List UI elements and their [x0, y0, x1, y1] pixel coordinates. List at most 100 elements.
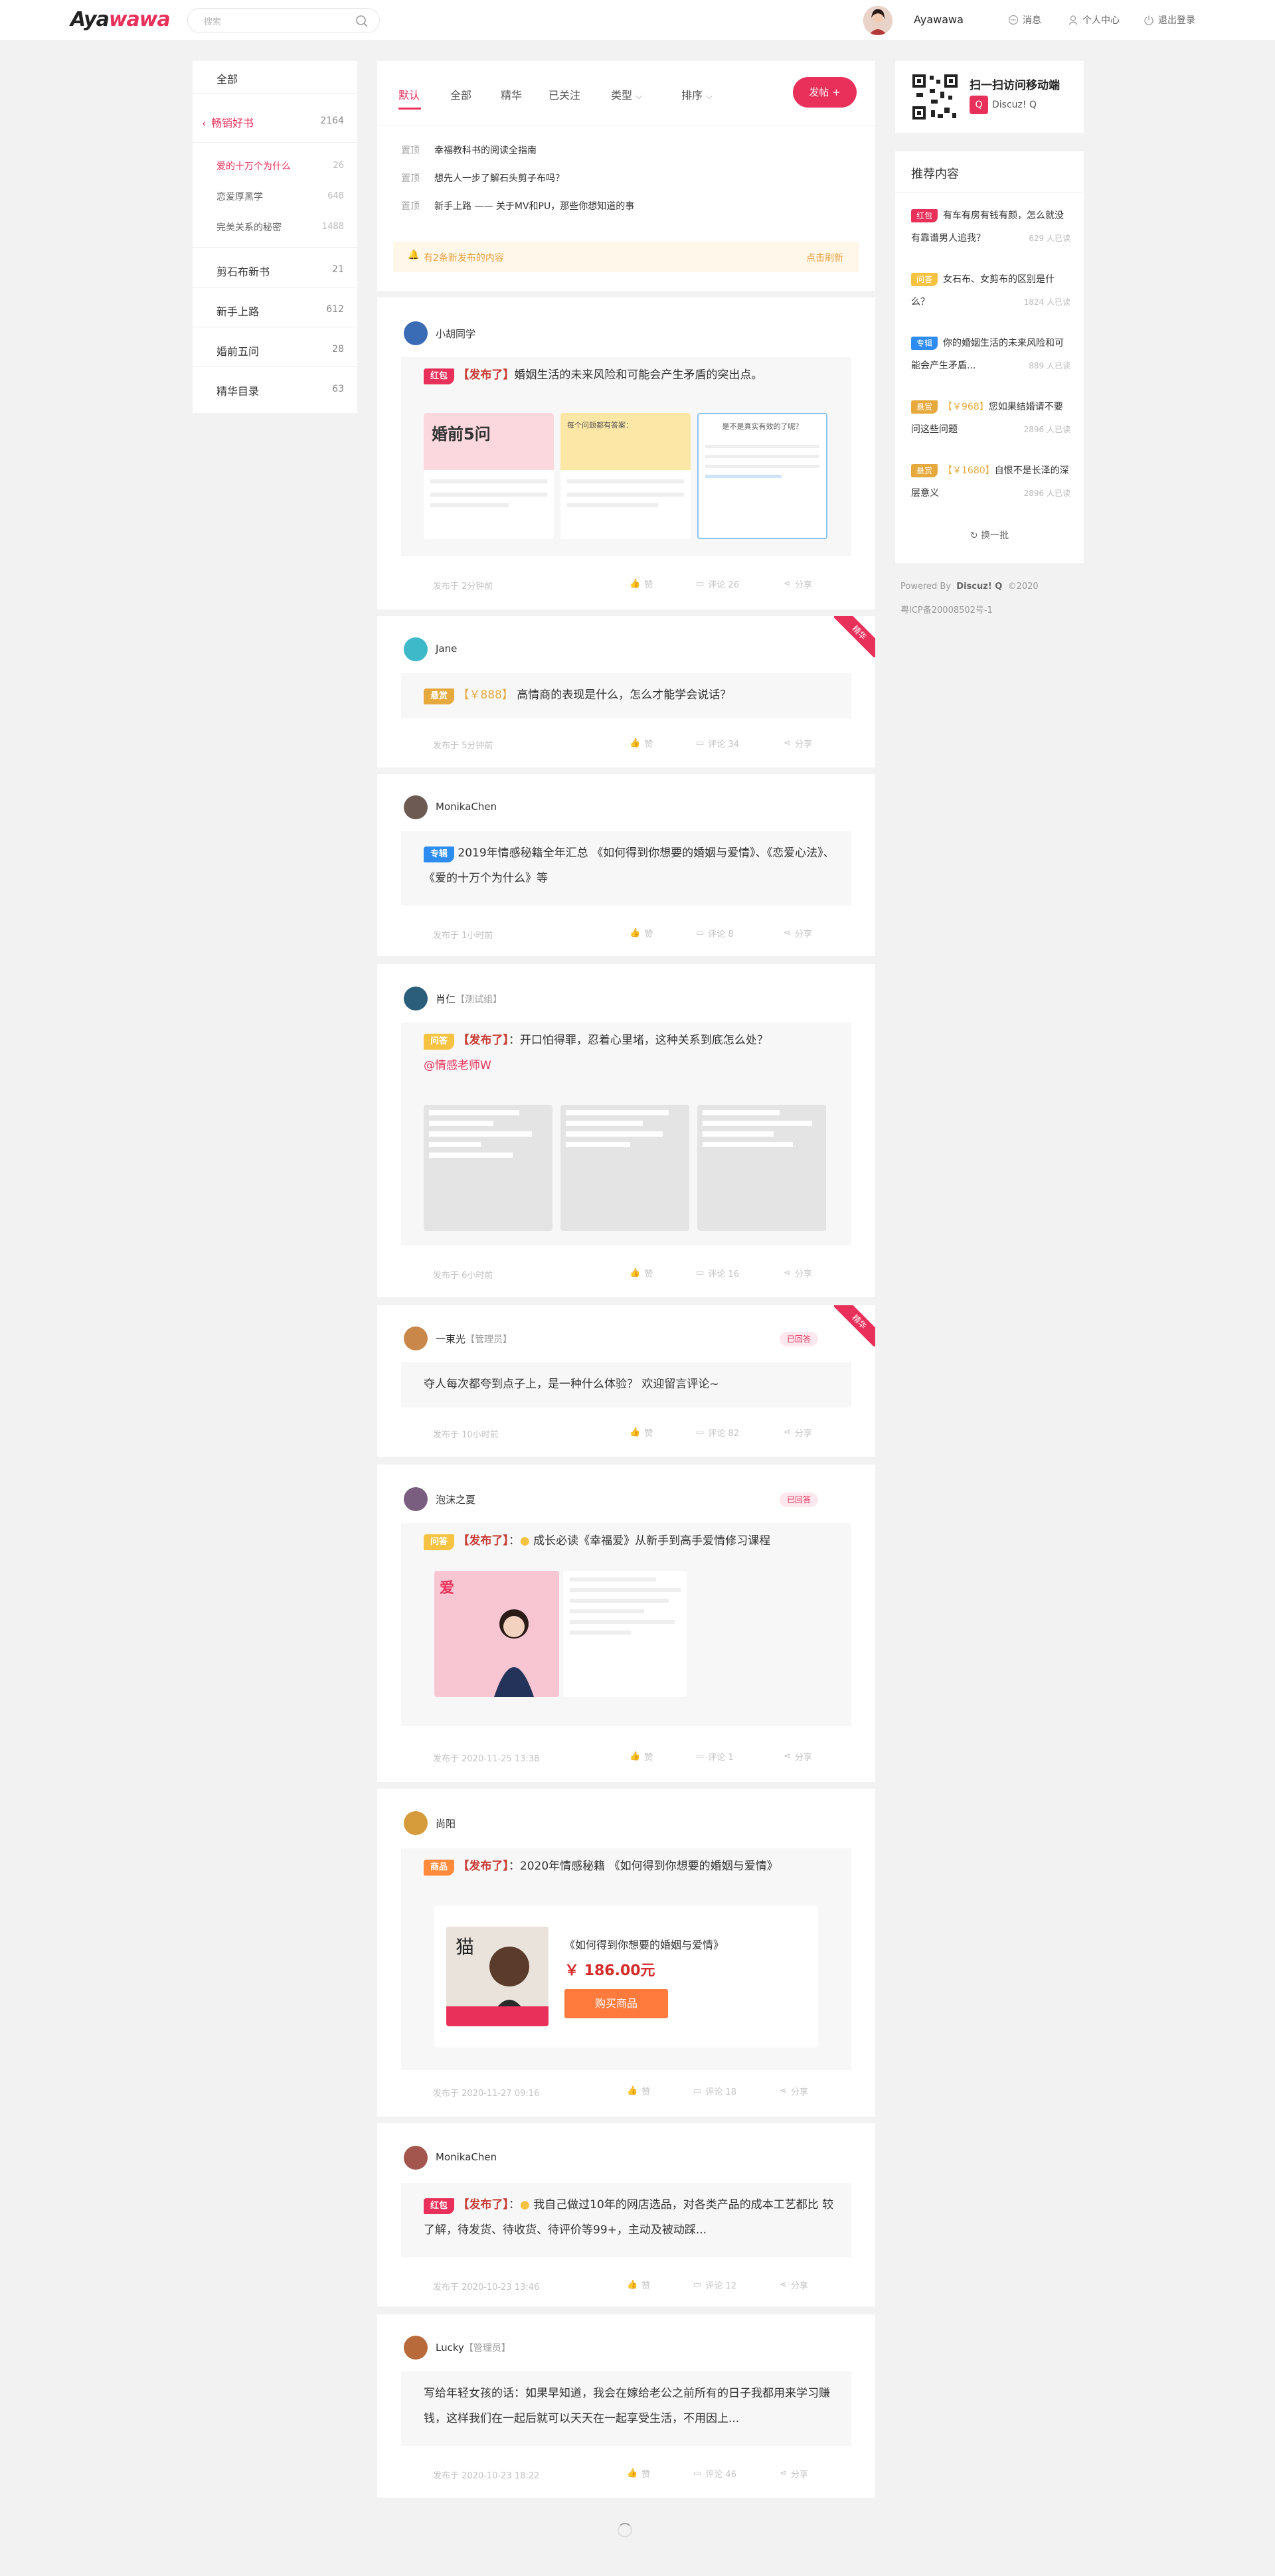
- post-image[interactable]: 每个问题都有答案：: [560, 413, 691, 539]
- post-image[interactable]: [424, 1105, 552, 1231]
- like-button[interactable]: 👍 赞: [627, 2279, 650, 2291]
- category-all[interactable]: 全部: [216, 70, 238, 86]
- new-content-notice[interactable]: 🔔 有2条新发布的内容 点击刷新: [393, 242, 859, 272]
- category-bestsellers[interactable]: ‹ 畅销好书: [202, 114, 254, 130]
- avatar[interactable]: [404, 987, 428, 1010]
- share-button[interactable]: ⋖ 分享: [780, 2085, 808, 2097]
- post-author[interactable]: MonikaChen: [436, 801, 497, 813]
- comment-button[interactable]: ▭ 评论 82: [696, 1426, 739, 1439]
- category-item[interactable]: 新手上路: [216, 303, 259, 319]
- logout-link[interactable]: 退出登录: [1144, 13, 1195, 27]
- recommended-item[interactable]: 红包 有车有房有钱有颜，怎么就没有靠谱男人追我？ 629 人已读: [911, 204, 1070, 250]
- post-image[interactable]: 爱: [434, 1571, 559, 1697]
- like-button[interactable]: 👍 赞: [630, 1267, 653, 1279]
- post-content[interactable]: 问答 【发布了】：● 成长必读《幸福爱》从新手到高手爱情修习课程 爱: [401, 1523, 851, 1726]
- post-card[interactable]: 精华 Jane 悬赏 【￥888】 高情商的表现是什么，怎么才能学会说话？ 发布…: [377, 616, 875, 767]
- avatar[interactable]: [404, 1327, 428, 1350]
- recommended-item[interactable]: 悬赏 【￥968】您如果结婚请不要问这些问题 2896 人已读: [911, 396, 1070, 441]
- like-button[interactable]: 👍 赞: [630, 578, 653, 590]
- pinned-post[interactable]: 置顶 幸福教科书的阅读全指南: [401, 143, 537, 157]
- avatar[interactable]: [404, 2336, 428, 2360]
- tab-all[interactable]: 全部: [450, 86, 471, 102]
- comment-button[interactable]: ▭ 评论 1: [696, 1750, 734, 1763]
- share-button[interactable]: ⋖ 分享: [784, 927, 812, 939]
- comment-button[interactable]: ▭ 评论 34: [696, 737, 739, 750]
- tab-default[interactable]: 默认: [398, 86, 420, 102]
- product-title[interactable]: 《如何得到你想要的婚姻与爱情》: [564, 1936, 724, 1952]
- share-button[interactable]: ⋖ 分享: [784, 1267, 812, 1279]
- post-author[interactable]: 一束光【管理员】: [436, 1332, 512, 1346]
- buy-button[interactable]: 购买商品: [564, 1989, 668, 2018]
- post-author[interactable]: 小胡同学: [436, 327, 475, 341]
- tab-type[interactable]: 类型 ⌵: [611, 86, 642, 102]
- like-button[interactable]: 👍 赞: [627, 2085, 650, 2097]
- tab-sort[interactable]: 排序 ⌵: [681, 86, 713, 102]
- post-image[interactable]: 婚前5问: [424, 413, 554, 539]
- share-button[interactable]: ⋖ 分享: [784, 578, 812, 590]
- like-button[interactable]: 👍 赞: [627, 2467, 650, 2480]
- share-button[interactable]: ⋖ 分享: [780, 2467, 808, 2480]
- category-item[interactable]: 婚前五问: [216, 343, 259, 359]
- post-image[interactable]: [560, 1105, 689, 1231]
- new-post-button[interactable]: 发帖 +: [793, 77, 857, 108]
- post-content[interactable]: 写给年轻女孩的话：如果早知道，我会在嫁给老公之前所有的日子我都用来学习赚钱，这样…: [401, 2372, 851, 2446]
- avatar[interactable]: [404, 637, 428, 661]
- post-author[interactable]: MonikaChen: [436, 2151, 497, 2163]
- avatar[interactable]: [404, 795, 428, 819]
- post-author[interactable]: 肖仁【测试组】: [436, 992, 502, 1006]
- product-card[interactable]: 猫 《如何得到你想要的婚姻与爱情》 ￥ 186.00元 购买商品: [434, 1905, 818, 2048]
- search-input[interactable]: 搜索: [187, 8, 380, 33]
- like-button[interactable]: 👍 赞: [630, 1750, 653, 1763]
- post-image[interactable]: [563, 1571, 687, 1697]
- user-avatar[interactable]: [863, 6, 892, 35]
- avatar[interactable]: [404, 321, 428, 345]
- refresh-button[interactable]: ↻ 换一批: [895, 528, 1084, 542]
- share-button[interactable]: ⋖ 分享: [780, 2279, 808, 2291]
- post-author[interactable]: 泡沫之夏: [436, 1492, 475, 1506]
- post-image[interactable]: 是不是真实有效的了呢？: [697, 413, 827, 539]
- comment-button[interactable]: ▭ 评论 8: [696, 927, 734, 939]
- profile-link[interactable]: 个人中心: [1068, 13, 1120, 27]
- subcategory-item[interactable]: 爱的十万个为什么: [216, 159, 291, 173]
- post-content[interactable]: 红包 【发布了】：● 我自己做过10年的网店选品，对各类产品的成本工艺都比 较了…: [401, 2183, 851, 2257]
- avatar[interactable]: [404, 2146, 428, 2170]
- post-card[interactable]: MonikaChen 红包 【发布了】：● 我自己做过10年的网店选品，对各类产…: [377, 2123, 875, 2306]
- like-button[interactable]: 👍 赞: [630, 927, 653, 939]
- comment-button[interactable]: ▭ 评论 46: [693, 2467, 736, 2480]
- post-card[interactable]: 小胡同学 红包 【发布了】婚姻生活的未来风险和可能会产生矛盾的突出点。 婚前5问…: [377, 297, 875, 609]
- post-author[interactable]: 尚阳: [436, 1816, 456, 1830]
- share-button[interactable]: ⋖ 分享: [784, 737, 812, 750]
- post-content[interactable]: 专辑 2019年情感秘籍全年汇总 《如何得到你想要的婚姻与爱情》、《恋爱心法》、…: [401, 831, 851, 906]
- search-icon[interactable]: [355, 15, 369, 28]
- username[interactable]: Ayawawa: [914, 13, 964, 26]
- recommended-item[interactable]: 悬赏 【￥1680】自恨不是长泽的深层意义 2896 人已读: [911, 459, 1070, 505]
- post-image[interactable]: [697, 1105, 826, 1231]
- recommended-item[interactable]: 专辑 你的婚姻生活的未来风险和可能会产生矛盾... 889 人已读: [911, 332, 1070, 377]
- category-item[interactable]: 剪石布新书: [216, 263, 270, 279]
- like-button[interactable]: 👍 赞: [630, 1426, 653, 1439]
- mention-link[interactable]: @情感老师W: [424, 1053, 835, 1078]
- footer-icp[interactable]: 粤ICP备20008502号-1: [900, 603, 993, 615]
- subcategory-item[interactable]: 恋爱厚黑学: [216, 190, 263, 203]
- post-card[interactable]: Lucky【管理员】 写给年轻女孩的话：如果早知道，我会在嫁给老公之前所有的日子…: [377, 2314, 875, 2498]
- tab-featured[interactable]: 精华: [501, 86, 522, 102]
- avatar[interactable]: [404, 1487, 428, 1511]
- like-button[interactable]: 👍 赞: [630, 737, 653, 750]
- recommended-item[interactable]: 问答 女石布、女剪布的区别是什么？ 1824 人已读: [911, 268, 1070, 313]
- post-content[interactable]: 商品 【发布了】：2020年情感秘籍 《如何得到你想要的婚姻与爱情》 猫 《如何…: [401, 1848, 851, 2070]
- subcategory-item[interactable]: 完美关系的秘密: [216, 220, 282, 234]
- post-card[interactable]: 尚阳 商品 【发布了】：2020年情感秘籍 《如何得到你想要的婚姻与爱情》 猫 …: [377, 1789, 875, 2117]
- post-content[interactable]: 悬赏 【￥888】 高情商的表现是什么，怎么才能学会说话？: [401, 673, 851, 718]
- comment-button[interactable]: ▭ 评论 18: [693, 2085, 736, 2097]
- site-logo[interactable]: Ayawawa: [70, 8, 171, 31]
- pinned-post[interactable]: 置顶 新手上路 —— 关于MV和PU，那些你想知道的事: [401, 199, 634, 212]
- post-card[interactable]: 肖仁【测试组】 问答 【发布了】：开口怕得罪，忍着心里堵，这种关系到底怎么处？ …: [377, 964, 875, 1297]
- post-content[interactable]: 问答 【发布了】：开口怕得罪，忍着心里堵，这种关系到底怎么处？ @情感老师W: [401, 1022, 851, 1246]
- qr-code-icon[interactable]: [911, 73, 959, 121]
- post-card[interactable]: 泡沫之夏 已回答 问答 【发布了】：● 成长必读《幸福爱》从新手到高手爱情修习课…: [377, 1465, 875, 1782]
- post-card[interactable]: 精华 一束光【管理员】 已回答 夺人每次都夸到点子上，是一种什么体验？ 欢迎留言…: [377, 1305, 875, 1457]
- product-image[interactable]: 猫: [446, 1927, 549, 2026]
- comment-button[interactable]: ▭ 评论 26: [696, 578, 739, 590]
- comment-button[interactable]: ▭ 评论 16: [696, 1267, 739, 1279]
- messages-link[interactable]: 消息: [1008, 13, 1041, 27]
